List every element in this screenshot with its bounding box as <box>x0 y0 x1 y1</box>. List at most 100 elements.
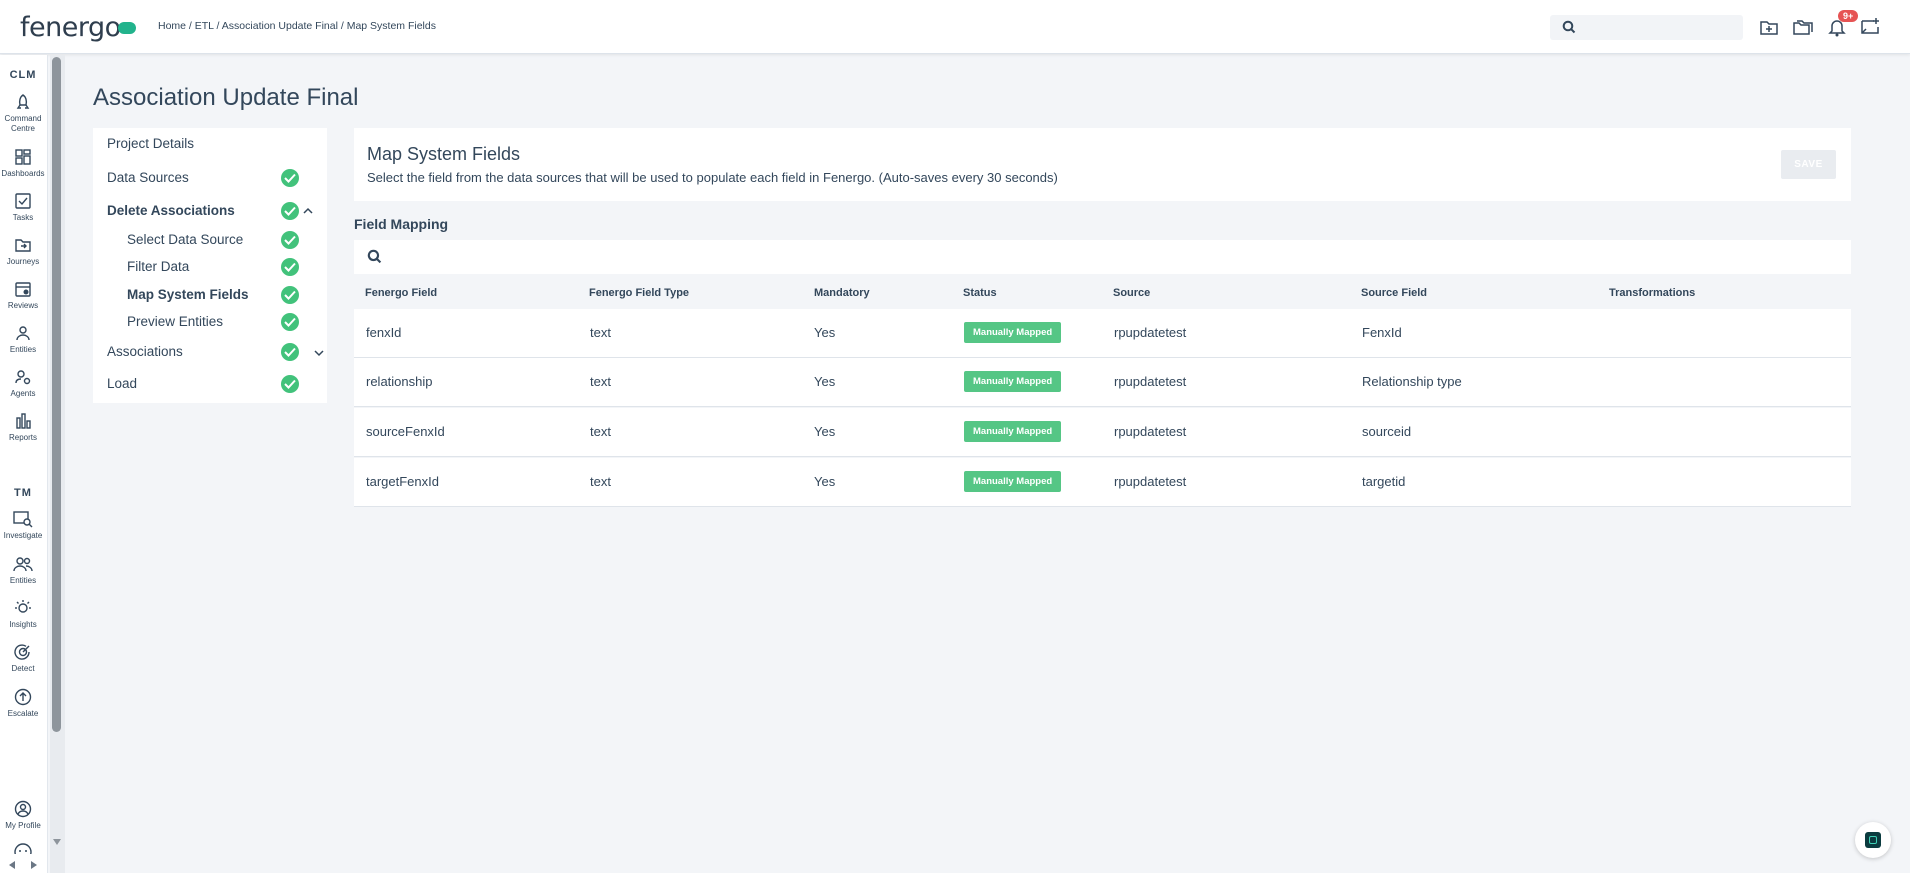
rail-item-investigate[interactable]: Investigate <box>0 510 46 541</box>
chat-assistant-button[interactable] <box>1855 822 1891 858</box>
rail-item-command-centre[interactable]: Command Centre <box>0 93 46 134</box>
rail-item-tasks[interactable]: Tasks <box>0 192 46 223</box>
column-header[interactable]: Status <box>963 287 997 299</box>
cell-source[interactable]: rpupdatetest <box>1114 474 1186 489</box>
table-row[interactable]: targetFenxId text Yes Manually Mapped rp… <box>354 458 1851 507</box>
cell-source[interactable]: rpupdatetest <box>1114 325 1186 340</box>
chat-icon <box>1865 832 1881 848</box>
table-search-input[interactable] <box>354 240 1851 274</box>
column-header[interactable]: Source Field <box>1361 287 1427 299</box>
column-header[interactable]: Transformations <box>1609 287 1695 299</box>
check-icon <box>281 313 299 331</box>
cell-fenergo-field: relationship <box>366 374 433 389</box>
rail-item-journeys[interactable]: Journeys <box>0 236 46 267</box>
status-badge: Manually Mapped <box>964 371 1062 392</box>
rail-item-tm-entities[interactable]: Entities <box>0 555 46 586</box>
cell-mandatory: Yes <box>814 374 836 389</box>
left-nav-rail: CLM Command Centre Dashboards Tasks Jour… <box>0 55 48 873</box>
rail-scrollbar[interactable] <box>50 55 65 873</box>
cell-source[interactable]: rpupdatetest <box>1114 424 1186 439</box>
dashboard-icon <box>15 149 31 165</box>
table-row[interactable]: sourceFenxId text Yes Manually Mapped rp… <box>354 408 1851 457</box>
step-select-data-source[interactable]: Select Data Source <box>127 232 243 247</box>
search-icon <box>1562 20 1576 34</box>
column-header[interactable]: Source <box>1113 287 1150 299</box>
cell-field-type: text <box>590 325 611 340</box>
chevron-up-icon[interactable] <box>303 207 313 215</box>
cell-source-field[interactable]: targetid <box>1362 474 1405 489</box>
rail-item-reviews[interactable]: Reviews <box>0 280 46 311</box>
check-icon <box>281 169 299 187</box>
table-row[interactable]: fenxId text Yes Manually Mapped rpupdate… <box>354 309 1851 358</box>
step-data-sources[interactable]: Data Sources <box>107 170 189 185</box>
check-icon <box>281 375 299 393</box>
investigate-icon <box>13 511 33 528</box>
logo-dot <box>117 21 136 34</box>
rail-item-reports[interactable]: Reports <box>0 412 46 443</box>
rail-label: Command Centre <box>4 114 42 133</box>
fenergo-logo[interactable]: fenergo <box>20 12 136 43</box>
rail-item-dashboards[interactable]: Dashboards <box>0 148 46 179</box>
cell-source[interactable]: rpupdatetest <box>1114 374 1186 389</box>
column-header[interactable]: Fenergo Field <box>365 287 437 299</box>
logo-text: fenergo <box>20 12 121 43</box>
rail-label: My Profile <box>5 821 41 830</box>
cell-source-field[interactable]: sourceid <box>1362 424 1411 439</box>
save-button[interactable]: SAVE <box>1781 150 1836 179</box>
column-header[interactable]: Mandatory <box>814 287 870 299</box>
reviews-icon <box>15 282 31 297</box>
rail-label: Journeys <box>6 257 40 266</box>
scroll-left-icon[interactable] <box>8 861 16 869</box>
card-title: Map System Fields <box>367 144 521 164</box>
rail-item-agents[interactable]: Agents <box>0 368 46 399</box>
cell-fenergo-field: targetFenxId <box>366 474 439 489</box>
rail-scrollbar-thumb[interactable] <box>52 57 61 732</box>
rail-label: Agents <box>10 389 36 398</box>
rail-label: Investigate <box>3 531 43 540</box>
search-icon <box>367 249 382 264</box>
new-message-icon[interactable] <box>1860 16 1882 38</box>
scroll-right-icon[interactable] <box>30 861 38 869</box>
cell-field-type: text <box>590 424 611 439</box>
rail-item-my-profile[interactable]: My Profile <box>0 800 46 831</box>
rail-label: Reports <box>8 433 37 442</box>
map-system-fields-card: Map System Fields Select the field from … <box>354 128 1851 201</box>
journeys-icon <box>15 239 31 252</box>
step-project-details[interactable]: Project Details <box>107 136 194 151</box>
cell-mandatory: Yes <box>814 474 836 489</box>
cell-field-type: text <box>590 374 611 389</box>
cell-source-field[interactable]: Relationship type <box>1362 374 1462 389</box>
step-filter-data[interactable]: Filter Data <box>127 259 189 274</box>
field-mapping-title: Field Mapping <box>354 216 449 232</box>
rail-section-tm: TM <box>14 487 32 499</box>
column-header[interactable]: Fenergo Field Type <box>589 287 689 299</box>
rail-item-escalate[interactable]: Escalate <box>0 688 46 719</box>
new-folder-icon[interactable] <box>1758 16 1780 38</box>
step-map-system-fields[interactable]: Map System Fields <box>127 287 249 302</box>
tm-entities-icon <box>13 557 33 572</box>
table-row[interactable]: relationship text Yes Manually Mapped rp… <box>354 358 1851 407</box>
cell-source-field[interactable]: FenxId <box>1362 325 1402 340</box>
entities-icon <box>16 326 30 341</box>
reports-icon <box>16 413 31 429</box>
top-header: fenergo Home / ETL / Association Update … <box>0 0 1910 54</box>
scroll-down-icon[interactable] <box>52 838 62 846</box>
rail-label: Dashboards <box>1 169 45 178</box>
agents-icon <box>15 370 31 385</box>
step-delete-associations[interactable]: Delete Associations <box>107 203 235 218</box>
insights-icon <box>15 600 31 613</box>
notification-badge: 9+ <box>1838 10 1859 22</box>
rail-item-detect[interactable]: Detect <box>0 643 46 674</box>
cell-field-type: text <box>590 474 611 489</box>
global-search-input[interactable] <box>1550 15 1743 40</box>
folders-icon[interactable] <box>1792 16 1814 38</box>
check-icon <box>281 286 299 304</box>
step-associations[interactable]: Associations <box>107 344 183 359</box>
breadcrumb[interactable]: Home / ETL / Association Update Final / … <box>158 20 436 32</box>
chevron-down-icon[interactable] <box>314 349 324 357</box>
rail-item-insights[interactable]: Insights <box>0 599 46 630</box>
step-preview-entities[interactable]: Preview Entities <box>127 314 223 329</box>
page-title: Association Update Final <box>93 84 359 111</box>
step-load[interactable]: Load <box>107 376 137 391</box>
rail-item-entities[interactable]: Entities <box>0 324 46 355</box>
